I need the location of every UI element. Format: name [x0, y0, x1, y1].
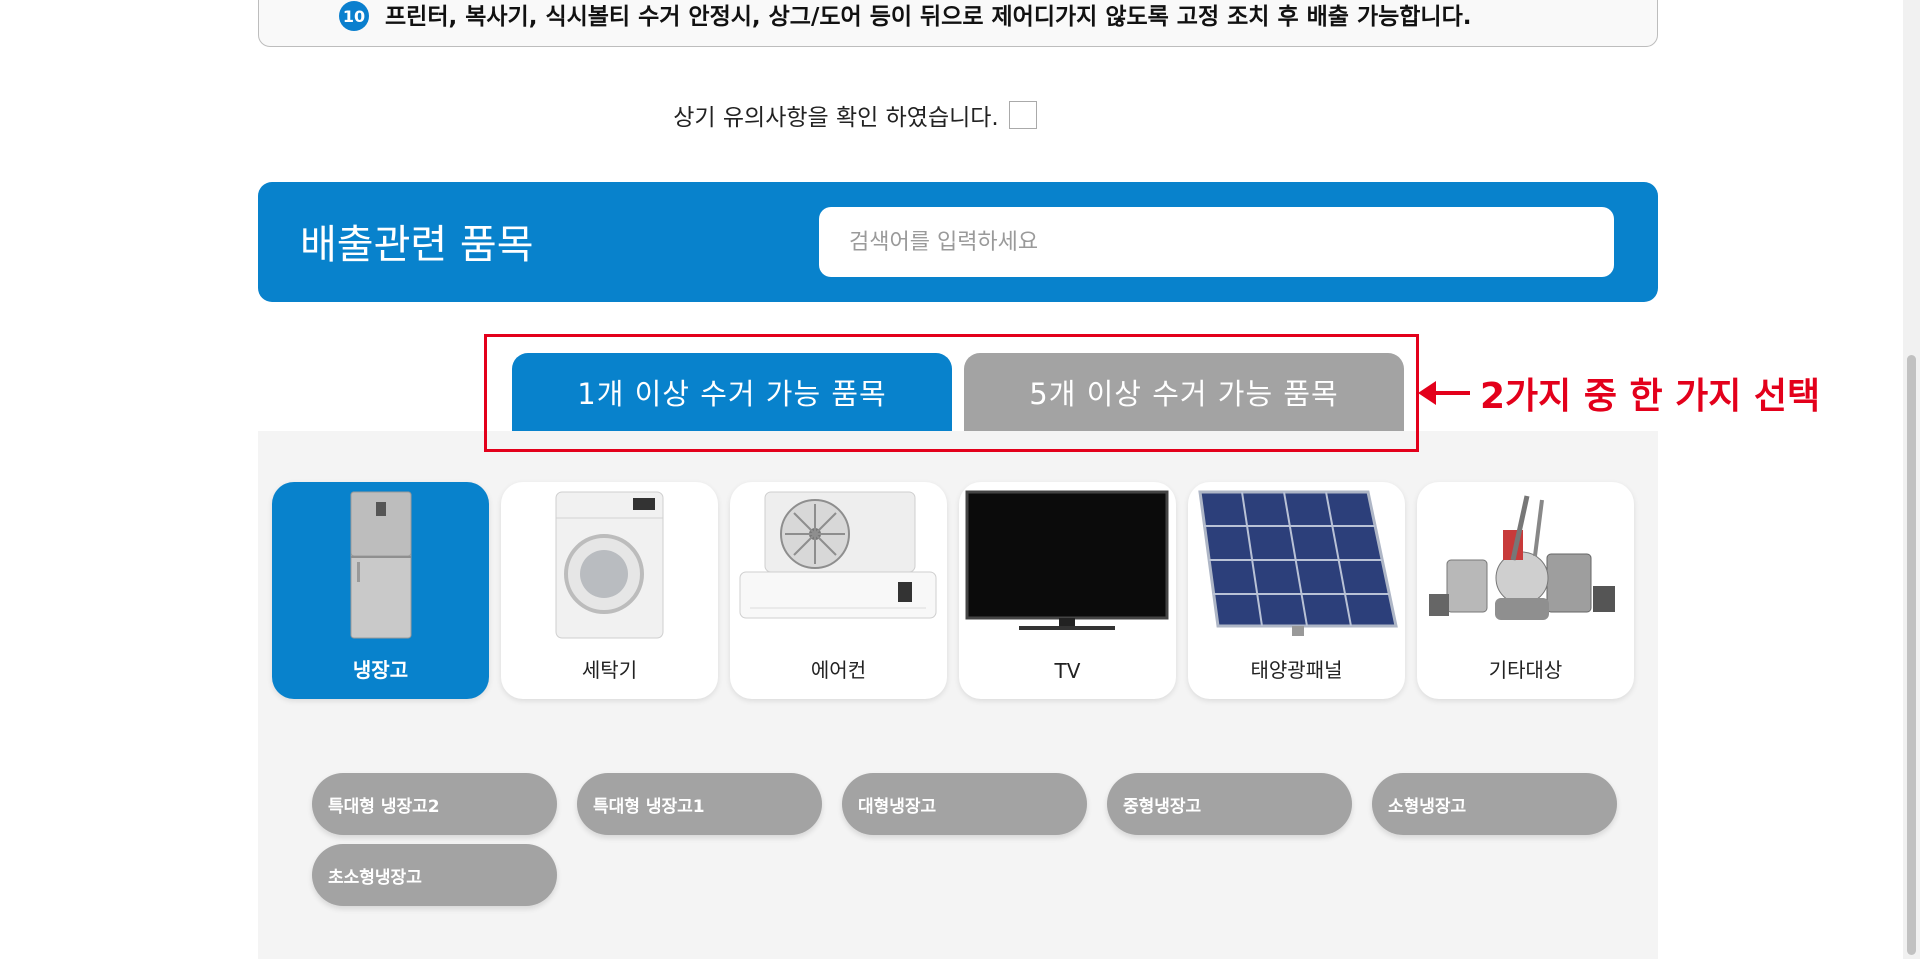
- refrigerator-icon: [350, 491, 412, 639]
- category-label: 태양광패널: [1250, 658, 1343, 682]
- air-conditioner-icon: [739, 491, 937, 619]
- misc-appliances-icon: [1429, 495, 1615, 620]
- category-others[interactable]: 기타대상: [1417, 482, 1634, 699]
- category-label: TV: [1054, 659, 1081, 683]
- annotation-text: 2가지 중 한 가지 선택: [1480, 376, 1821, 417]
- category-tv[interactable]: TV: [959, 482, 1176, 699]
- items-title: 배출관련 품목: [300, 222, 534, 268]
- solar-panel-icon: [1198, 490, 1398, 636]
- tab-highlight-box: [484, 334, 1419, 452]
- category-label: 에어컨: [810, 658, 867, 682]
- confirm-row: 상기 유의사항을 확인 하였습니다.: [0, 98, 1920, 132]
- category-solar-panel[interactable]: 태양광패널: [1188, 482, 1405, 699]
- confirm-label: 상기 유의사항을 확인 하였습니다.: [673, 105, 999, 131]
- search-input[interactable]: [819, 207, 1614, 277]
- notice-number-badge: 10: [339, 1, 369, 31]
- scroll-thumb[interactable]: [1907, 355, 1916, 955]
- category-label: 냉장고: [352, 658, 409, 682]
- subcategory-pill[interactable]: 소형냉장고: [1372, 773, 1617, 835]
- items-header: 배출관련 품목: [258, 182, 1658, 302]
- category-label: 세탁기: [581, 658, 638, 682]
- category-label: 기타대상: [1488, 658, 1563, 682]
- subcategory-pill[interactable]: 특대형 냉장고2: [312, 773, 557, 835]
- notice-text: 프린터, 복사기, 식시볼티 수거 안정시, 상그/도어 등이 뒤으로 제어디가…: [385, 4, 1472, 30]
- notice-box: 10 프린터, 복사기, 식시볼티 수거 안정시, 상그/도어 등이 뒤으로 제…: [258, 0, 1658, 47]
- subcategory-pill[interactable]: 특대형 냉장고1: [577, 773, 822, 835]
- subcategory-pill[interactable]: 중형냉장고: [1107, 773, 1352, 835]
- subcategory-pill[interactable]: 대형냉장고: [842, 773, 1087, 835]
- subcategory-pill[interactable]: 초소형냉장고: [312, 844, 557, 906]
- category-air-conditioner[interactable]: 에어컨: [730, 482, 947, 699]
- page: 10 프린터, 복사기, 식시볼티 수거 안정시, 상그/도어 등이 뒤으로 제…: [0, 0, 1920, 959]
- annotation: 2가지 중 한 가지 선택: [1418, 367, 1820, 419]
- page-scrollbar[interactable]: [1903, 0, 1920, 959]
- category-washing-machine[interactable]: 세탁기: [501, 482, 718, 699]
- arrow-left-icon: [1418, 381, 1470, 405]
- category-refrigerator[interactable]: 냉장고: [272, 482, 489, 699]
- confirm-checkbox[interactable]: [1008, 101, 1037, 129]
- tv-icon: [965, 490, 1169, 630]
- washing-machine-icon: [555, 491, 664, 639]
